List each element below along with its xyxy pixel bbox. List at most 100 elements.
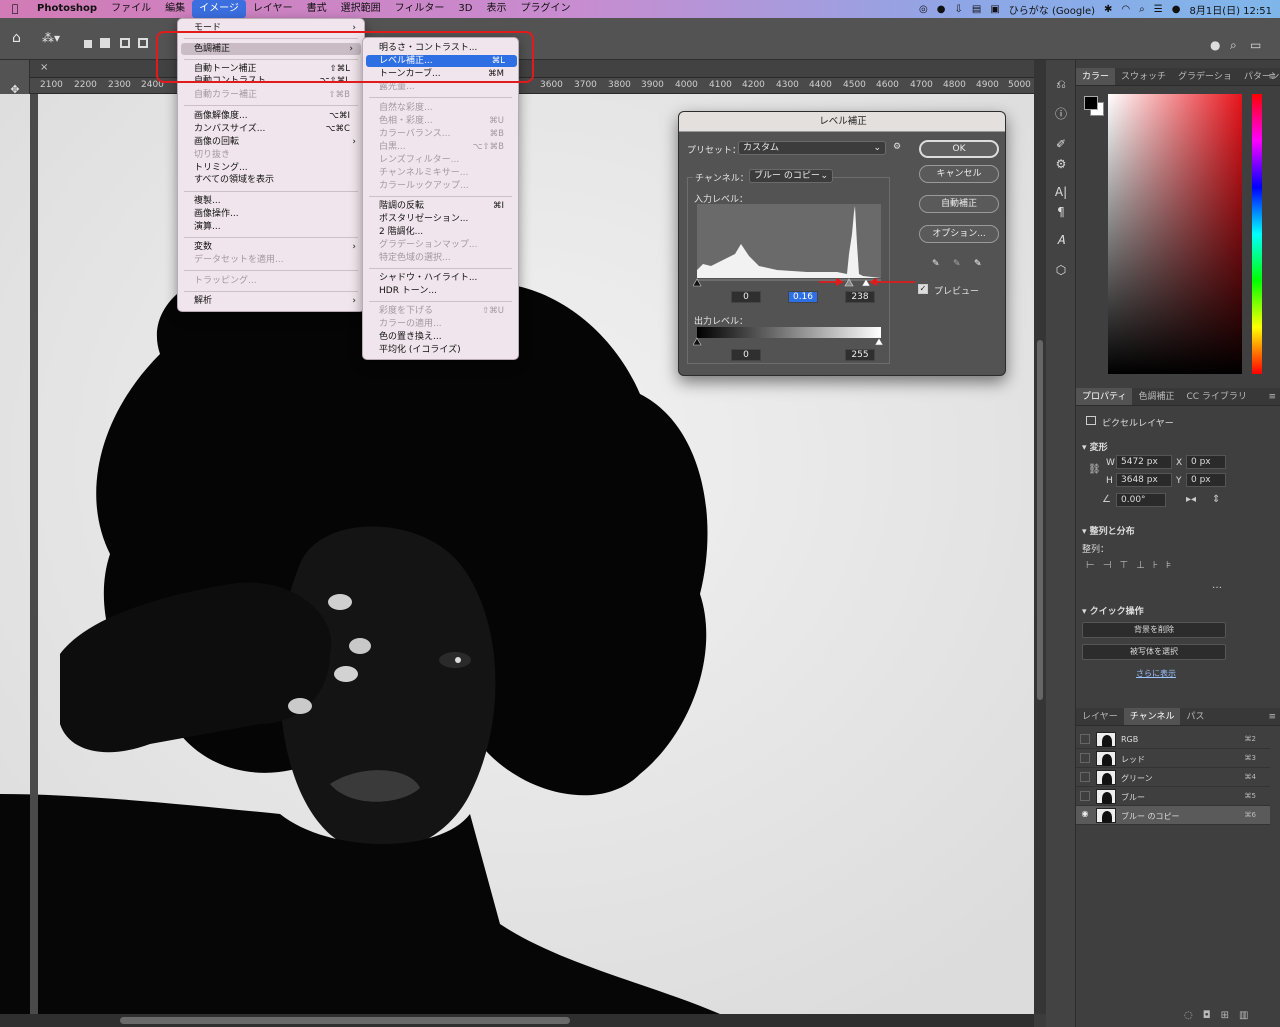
tab-swatches[interactable]: スウォッチ xyxy=(1115,68,1172,85)
flip-horizontal-icon[interactable]: ▸◂ xyxy=(1186,494,1196,505)
download-icon[interactable]: ⇩ xyxy=(954,4,962,15)
menu-type[interactable]: 書式 xyxy=(300,0,334,18)
account-icon[interactable]: ● xyxy=(1210,38,1220,52)
screen-icon[interactable]: ▣ xyxy=(990,4,999,15)
panel-menu-icon[interactable]: ≡ xyxy=(1268,708,1276,726)
adjustments-icon[interactable]: ⚙ xyxy=(1053,156,1069,172)
auto-button[interactable]: 自動補正 xyxy=(919,195,999,213)
horizontal-scrollbar[interactable] xyxy=(0,1014,1034,1027)
menu-item-trap[interactable]: トラッピング... xyxy=(178,275,364,287)
clipboard-icon[interactable]: ▤ xyxy=(972,4,981,15)
preset-options-gear-icon[interactable]: ⚙ xyxy=(893,142,901,152)
history-icon[interactable]: ⎌ xyxy=(1053,76,1069,92)
visibility-toggle[interactable] xyxy=(1080,734,1090,744)
menu-item-hdr-toning[interactable]: HDR トーン... xyxy=(363,285,518,297)
menu-3d[interactable]: 3D xyxy=(451,0,479,18)
menu-item-image-size[interactable]: 画像解像度... ⌥⌘I xyxy=(178,110,364,122)
panel-menu-icon[interactable]: ≡ xyxy=(1268,68,1276,86)
tab-color[interactable]: カラー xyxy=(1076,68,1116,85)
menu-item-crop[interactable]: 切り抜き xyxy=(178,149,364,161)
apple-icon[interactable]:  xyxy=(0,0,30,18)
menu-item-auto-color[interactable]: 自動カラー補正 ⇧⌘B xyxy=(178,89,364,101)
output-white-field[interactable]: 255 xyxy=(845,349,875,361)
home-icon[interactable]: ⌂ xyxy=(12,30,21,46)
selection-add-icon[interactable] xyxy=(100,38,110,48)
flip-vertical-icon[interactable]: ⇕ xyxy=(1212,494,1220,505)
menu-item-desaturate[interactable]: 彩度を下げる ⇧⌘U xyxy=(363,305,518,317)
menu-item-apply-data-set[interactable]: データセットを適用... xyxy=(178,254,364,266)
menu-item-invert[interactable]: 階調の反転 ⌘I xyxy=(363,200,518,212)
output-sliders[interactable] xyxy=(693,337,885,347)
white-eyedropper-icon[interactable]: ✎ xyxy=(974,259,982,269)
eye-icon[interactable]: ◉ xyxy=(1080,810,1090,820)
tab-channels[interactable]: チャンネル xyxy=(1123,708,1181,725)
menu-file[interactable]: ファイル xyxy=(104,0,158,18)
spotlight-icon[interactable]: ⌕ xyxy=(1139,4,1145,15)
paragraph-icon[interactable]: ¶ xyxy=(1053,204,1069,220)
menu-item-channel-mixer[interactable]: チャンネルミキサー... xyxy=(363,167,518,179)
tab-layers[interactable]: レイヤー xyxy=(1076,708,1124,725)
ok-button[interactable]: OK xyxy=(919,140,999,158)
input-white-field[interactable]: 238 xyxy=(845,291,875,303)
search-icon[interactable]: ⌕ xyxy=(1230,38,1237,53)
menu-item-equalize[interactable]: 平均化 (イコライズ) xyxy=(363,344,518,356)
input-method-indicator[interactable]: ひらがな (Google) xyxy=(1009,2,1095,17)
character-icon[interactable]: A| xyxy=(1053,184,1069,200)
channel-row-rgb[interactable]: RGB ⌘2 xyxy=(1076,730,1270,749)
panel-menu-icon[interactable]: ≡ xyxy=(1268,388,1276,406)
color-picker-field[interactable] xyxy=(1108,94,1242,374)
menu-image[interactable]: イメージ xyxy=(192,0,246,18)
menu-select[interactable]: 選択範囲 xyxy=(334,0,388,18)
channel-row-blue[interactable]: ブルー ⌘5 xyxy=(1076,787,1270,806)
menu-item-trim[interactable]: トリミング... xyxy=(178,162,364,174)
menu-item-posterize[interactable]: ポスタリゼーション... xyxy=(363,213,518,225)
vertical-scrollbar[interactable] xyxy=(1034,60,1046,1014)
tab-adjustments[interactable]: 色調補正 xyxy=(1132,388,1180,405)
menu-item-image-rotation[interactable]: 画像の回転 › xyxy=(178,136,364,148)
menu-item-canvas-size[interactable]: カンバスサイズ... ⌥⌘C xyxy=(178,123,364,135)
info-icon[interactable]: ⓘ xyxy=(1053,106,1069,122)
menu-filter[interactable]: フィルター xyxy=(388,0,452,18)
channel-row-red[interactable]: レッド ⌘3 xyxy=(1076,749,1270,768)
menu-item-calculations[interactable]: 演算... xyxy=(178,221,364,233)
menu-view[interactable]: 表示 xyxy=(479,0,513,18)
link-icon[interactable]: ⛓ xyxy=(1088,464,1101,475)
workspace-icon[interactable]: ▭ xyxy=(1250,38,1261,52)
close-tab-icon[interactable]: × xyxy=(40,62,48,73)
menu-item-black-white[interactable]: 白黒... ⌥⇧⌘B xyxy=(363,141,518,153)
preview-checkbox[interactable]: ✓ xyxy=(918,284,928,294)
visibility-toggle[interactable] xyxy=(1080,791,1090,801)
menu-edit[interactable]: 編集 xyxy=(158,0,192,18)
align-icons-row[interactable]: ⊢⊣⊤⊥⊦⊧ xyxy=(1086,560,1179,571)
3d-icon[interactable]: ⬡ xyxy=(1053,262,1069,278)
user-icon[interactable]: ● xyxy=(1172,4,1181,15)
menu-item-match-color[interactable]: カラーの適用... xyxy=(363,318,518,330)
angle-field[interactable]: 0.00° xyxy=(1116,493,1166,507)
load-selection-icon[interactable]: ◌ xyxy=(1184,1010,1203,1021)
input-gamma-field[interactable]: 0.16 xyxy=(788,291,818,303)
visibility-toggle[interactable] xyxy=(1080,772,1090,782)
menu-item-apply-image[interactable]: 画像操作... xyxy=(178,208,364,220)
input-black-field[interactable]: 0 xyxy=(731,291,761,303)
x-field[interactable]: 0 px xyxy=(1186,455,1226,469)
menu-item-vibrance[interactable]: 自然な彩度... xyxy=(363,102,518,114)
channel-row-green[interactable]: グリーン ⌘4 xyxy=(1076,768,1270,787)
control-center-icon[interactable]: ☰ xyxy=(1154,4,1163,15)
wifi-icon[interactable]: ◠ xyxy=(1121,4,1130,15)
y-field[interactable]: 0 px xyxy=(1186,473,1226,487)
bluetooth-icon[interactable]: ✱ xyxy=(1104,4,1112,15)
menu-item-replace-color[interactable]: 色の置き換え... xyxy=(363,331,518,343)
black-eyedropper-icon[interactable]: ✎ xyxy=(932,259,940,269)
selection-new-icon[interactable] xyxy=(84,40,92,48)
channel-select[interactable]: ブルー のコピー ⌄ xyxy=(749,169,833,183)
menu-item-hue-saturation[interactable]: 色相・彩度... ⌘U xyxy=(363,115,518,127)
quick-actions-section-title[interactable]: ▾ クイック操作 xyxy=(1082,604,1144,617)
cancel-button[interactable]: キャンセル xyxy=(919,165,999,183)
new-channel-icon[interactable]: ⊞ xyxy=(1221,1010,1239,1021)
output-black-field[interactable]: 0 xyxy=(731,349,761,361)
tab-gradients[interactable]: グラデーショ xyxy=(1172,68,1238,85)
menu-item-threshold[interactable]: 2 階調化... xyxy=(363,226,518,238)
menu-item-selective-color[interactable]: 特定色域の選択... xyxy=(363,252,518,264)
gray-eyedropper-icon[interactable]: ✎ xyxy=(953,259,961,269)
menu-item-color-lookup[interactable]: カラールックアップ... xyxy=(363,180,518,192)
